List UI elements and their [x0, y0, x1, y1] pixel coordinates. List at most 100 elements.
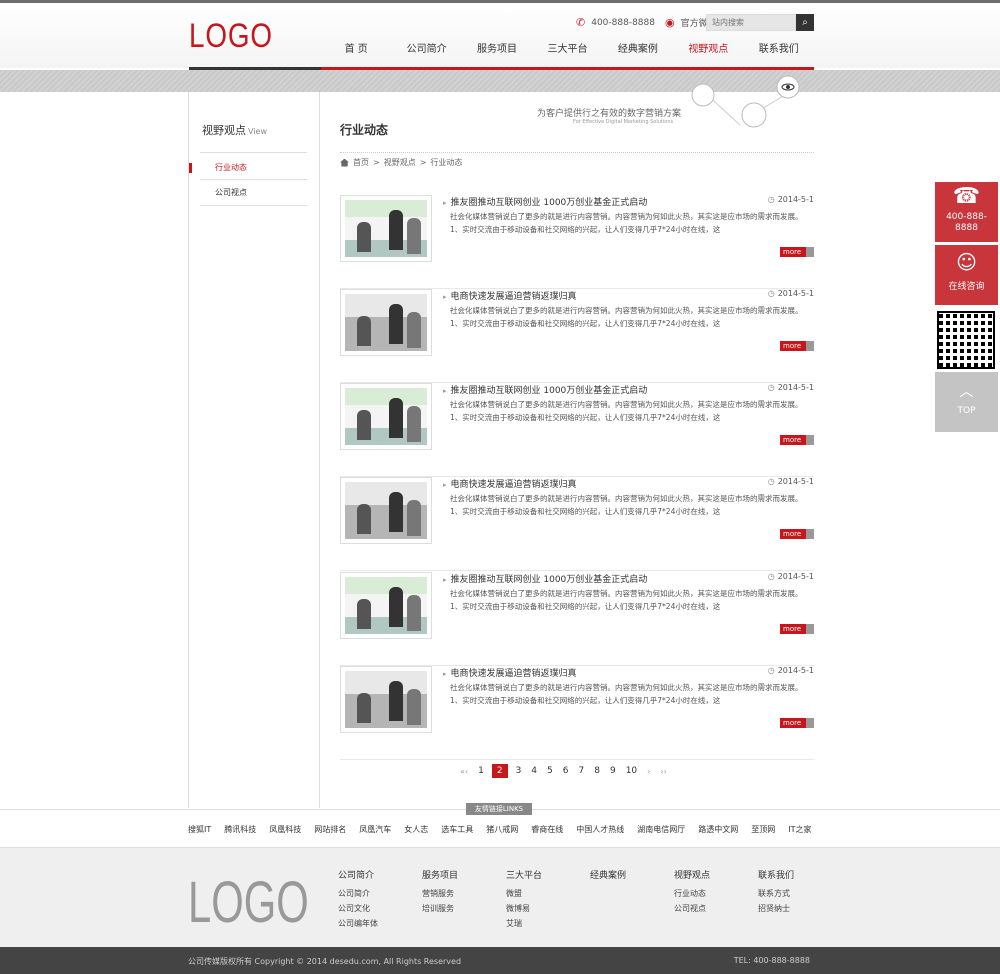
nav-home[interactable]: 首 页: [321, 38, 391, 68]
phone-icon: ☎: [952, 184, 981, 209]
footer-link[interactable]: 培训服务: [422, 903, 458, 914]
divider: [200, 152, 307, 153]
divider: [200, 179, 307, 180]
page-link[interactable]: 6: [563, 766, 569, 776]
nav-about[interactable]: 公司简介: [391, 38, 461, 68]
site-logo[interactable]: LOGO: [189, 17, 273, 56]
article-item: 推友圈推动互联网创业 1000万创业基金正式启动 2014-5-1 社会化媒体营…: [340, 572, 814, 666]
top-label: TOP: [957, 406, 976, 416]
weibo-icon[interactable]: ◉: [665, 16, 675, 29]
article-title[interactable]: 电商快速发展逼迫营销返璞归真: [443, 477, 577, 490]
article-thumbnail[interactable]: [340, 289, 432, 356]
banner-slogan-en: For Effective Digital Marketing Solution…: [573, 119, 674, 125]
page-link[interactable]: 4: [531, 766, 537, 776]
footer-link[interactable]: 微盟: [506, 888, 542, 899]
friend-link[interactable]: 猪八戒网: [486, 824, 518, 835]
page-link[interactable]: 3: [516, 766, 522, 776]
friend-link[interactable]: 湖南电信网厅: [637, 824, 685, 835]
last-page-button[interactable]: ››: [660, 767, 666, 776]
friend-link[interactable]: 网站排名: [314, 824, 346, 835]
sidebar-item-industry[interactable]: 行业动态: [215, 162, 247, 173]
pagination: «‹ 1 2 3 4 5 6 7 8 9 10 › ››: [455, 764, 672, 778]
footer-link[interactable]: 招贤纳士: [758, 903, 794, 914]
friend-link[interactable]: 凤凰科技: [269, 824, 301, 835]
more-button[interactable]: more: [780, 435, 814, 445]
article-date: 2014-5-1: [768, 289, 814, 298]
footer-link[interactable]: 艾瑞: [506, 918, 542, 929]
breadcrumb-views[interactable]: 视野观点: [384, 157, 416, 168]
footer-link[interactable]: 联系方式: [758, 888, 794, 899]
float-chat-button[interactable]: ☺ 在线咨询: [935, 245, 998, 305]
footer-link[interactable]: 行业动态: [674, 888, 710, 899]
breadcrumb-home[interactable]: 首页: [353, 157, 369, 168]
divider: [200, 205, 307, 206]
article-title[interactable]: 推友圈推动互联网创业 1000万创业基金正式启动: [443, 383, 648, 396]
friend-link[interactable]: 女人志: [404, 824, 428, 835]
nav-services[interactable]: 服务项目: [462, 38, 532, 68]
article-thumbnail[interactable]: [340, 195, 432, 262]
article-summary: 社会化媒体营销说白了更多的就是进行内容营销。内容营销为何如此火热，其实这是应市场…: [450, 400, 803, 422]
friend-link[interactable]: 凤凰汽车: [359, 824, 391, 835]
article-thumbnail[interactable]: [340, 383, 432, 450]
more-button[interactable]: more: [780, 247, 814, 257]
nav-contact[interactable]: 联系我们: [744, 38, 814, 68]
page-link[interactable]: 7: [579, 766, 585, 776]
nav-views[interactable]: 视野观点: [673, 38, 743, 68]
footer-link[interactable]: 营销服务: [422, 888, 458, 899]
article-title[interactable]: 推友圈推动互联网创业 1000万创业基金正式启动: [443, 195, 648, 208]
friend-link[interactable]: 搜狐IT: [188, 824, 211, 835]
friend-link[interactable]: 至顶网: [751, 824, 775, 835]
sidebar-item-company[interactable]: 公司视点: [215, 187, 247, 198]
friend-link[interactable]: 路透中文网: [698, 824, 738, 835]
page-link[interactable]: 5: [547, 766, 553, 776]
next-page-button[interactable]: ›: [647, 767, 650, 776]
footer-heading[interactable]: 服务项目: [422, 868, 458, 881]
nav-cases[interactable]: 经典案例: [603, 38, 673, 68]
page-link[interactable]: 8: [594, 766, 600, 776]
more-button[interactable]: more: [780, 529, 814, 539]
footer-column: 视野观点 行业动态 公司视点: [674, 868, 710, 918]
friend-link[interactable]: 选车工具: [441, 824, 473, 835]
first-page-button[interactable]: «‹: [460, 767, 468, 776]
search-input[interactable]: [706, 14, 796, 31]
float-phone-button[interactable]: ☎ 400-888-8888: [935, 182, 998, 242]
footer-heading[interactable]: 联系我们: [758, 868, 794, 881]
footer-column: 服务项目 营销服务 培训服务: [422, 868, 458, 918]
article-summary: 社会化媒体营销说白了更多的就是进行内容营销。内容营销为何如此火热，其实这是应市场…: [450, 494, 803, 516]
friend-link[interactable]: IT之家: [788, 824, 811, 835]
copyright-bar: 公司传媒版权所有 Copyright © 2014 desedu.com, Al…: [0, 947, 1000, 974]
article-thumbnail[interactable]: [340, 666, 432, 733]
friend-link[interactable]: 中国人才热线: [576, 824, 624, 835]
back-to-top-button[interactable]: ︿ TOP: [935, 372, 998, 432]
article-title[interactable]: 电商快速发展逼迫营销返璞归真: [443, 666, 577, 679]
friend-link[interactable]: 睿商在线: [531, 824, 563, 835]
article-title[interactable]: 推友圈推动互联网创业 1000万创业基金正式启动: [443, 572, 648, 585]
more-button[interactable]: more: [780, 718, 814, 728]
footer-link[interactable]: 公司编年体: [338, 918, 378, 929]
page-link[interactable]: 10: [626, 766, 637, 776]
article-thumbnail[interactable]: [340, 477, 432, 544]
footer-link[interactable]: 公司简介: [338, 888, 378, 899]
links-tag: 友情链接LINKS: [466, 803, 532, 815]
friend-link[interactable]: 腾讯科技: [224, 824, 256, 835]
footer-link[interactable]: 公司视点: [674, 903, 710, 914]
footer-logo[interactable]: LOGO: [188, 869, 309, 936]
footer-heading[interactable]: 视野观点: [674, 868, 710, 881]
nav-platforms[interactable]: 三大平台: [532, 38, 602, 68]
footer-link[interactable]: 微博易: [506, 903, 542, 914]
search-box: ⌕: [706, 14, 814, 31]
brain-icon: [741, 102, 767, 128]
footer-heading[interactable]: 三大平台: [506, 868, 542, 881]
more-button[interactable]: more: [780, 341, 814, 351]
page-link[interactable]: 1: [478, 766, 484, 776]
more-button[interactable]: more: [780, 624, 814, 634]
search-button[interactable]: ⌕: [796, 14, 814, 31]
article-summary: 社会化媒体营销说白了更多的就是进行内容营销。内容营销为何如此火热，其实这是应市场…: [450, 683, 803, 705]
article-thumbnail[interactable]: [340, 572, 432, 639]
article-title[interactable]: 电商快速发展逼迫营销返璞归真: [443, 289, 577, 302]
footer-heading[interactable]: 经典案例: [590, 868, 626, 881]
footer-link[interactable]: 公司文化: [338, 903, 378, 914]
page-link[interactable]: 9: [610, 766, 616, 776]
page-current[interactable]: 2: [491, 764, 508, 778]
footer-heading[interactable]: 公司简介: [338, 868, 378, 881]
